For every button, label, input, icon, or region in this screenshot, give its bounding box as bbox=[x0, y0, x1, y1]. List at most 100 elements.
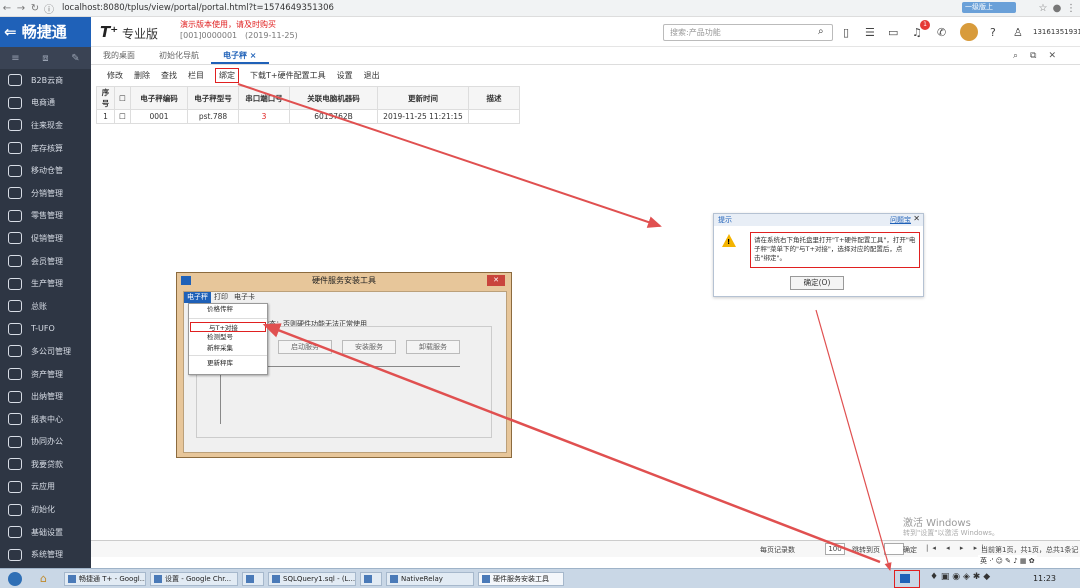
find-button[interactable]: 查找 bbox=[161, 70, 177, 81]
reload-icon[interactable]: ↻ bbox=[28, 3, 42, 14]
sidebar-item[interactable]: 系统管理 bbox=[0, 543, 91, 566]
row-checkbox[interactable]: ☐ bbox=[114, 109, 131, 124]
close-icon[interactable]: ✕ bbox=[913, 214, 920, 223]
tab-init-guide[interactable]: 初始化导航 bbox=[147, 48, 211, 64]
sidebar-item[interactable]: 移动仓管 bbox=[0, 159, 91, 182]
page-nav-icons[interactable]: |◂ ◂ ▸ ▸| bbox=[926, 544, 987, 552]
restore-icon[interactable]: ⧉ bbox=[1030, 51, 1048, 61]
sidebar-item[interactable]: 库存核算 bbox=[0, 137, 91, 160]
info-icon[interactable]: ⓘ bbox=[42, 1, 56, 16]
task-app[interactable] bbox=[360, 572, 382, 586]
close-icon[interactable]: ✕ bbox=[487, 275, 505, 286]
menu-icon[interactable]: ⋮ bbox=[1064, 3, 1078, 14]
search-icon[interactable]: ⌕ bbox=[1013, 51, 1030, 61]
delete-button[interactable]: 删除 bbox=[134, 70, 150, 81]
bind-button[interactable]: 绑定 bbox=[215, 67, 239, 83]
menu-item-new-scale[interactable]: 新秤采集 bbox=[189, 343, 267, 354]
user-icon[interactable]: ♙ bbox=[1013, 26, 1023, 39]
search-input[interactable]: 搜索:产品功能 bbox=[663, 24, 833, 41]
demo-notice[interactable]: 演示版本使用，请及时购买 bbox=[180, 19, 276, 30]
mobile-icon[interactable]: ▯ bbox=[843, 26, 849, 39]
close-icon[interactable]: ✕ bbox=[1048, 51, 1068, 61]
menu-item-price[interactable]: 价格传秤 bbox=[189, 304, 267, 315]
sidebar-item[interactable]: 云应用 bbox=[0, 476, 91, 499]
hw-menubar: 电子秤 打印 电子卡 bbox=[184, 292, 506, 303]
sidebar-item[interactable]: B2B云商 bbox=[0, 69, 91, 92]
task-pdf[interactable] bbox=[242, 572, 264, 586]
sidebar-item[interactable]: 往来现金 bbox=[0, 114, 91, 137]
table-row[interactable]: 1 ☐ 0001 pst.788 3 6013762B 2019-11-25 1… bbox=[96, 109, 520, 124]
per-page-input[interactable]: 100 bbox=[825, 543, 845, 555]
todo-icon[interactable]: ☰ bbox=[865, 26, 875, 39]
phone-icon[interactable]: ✆ bbox=[937, 26, 946, 39]
sidebar-item[interactable]: 促销管理 bbox=[0, 227, 91, 250]
sidebar-item[interactable]: 初始化 bbox=[0, 498, 91, 521]
menu-separator bbox=[189, 355, 267, 356]
menu-print[interactable]: 打印 bbox=[211, 292, 231, 303]
module-icon bbox=[8, 142, 22, 155]
list-icon[interactable]: ≡ bbox=[11, 53, 19, 64]
sidebar-item[interactable]: T-UFO bbox=[0, 318, 91, 341]
collapse-icon[interactable]: ⧈ bbox=[42, 53, 48, 64]
exit-button[interactable]: 退出 bbox=[364, 70, 380, 81]
sidebar-item[interactable]: 电商通 bbox=[0, 92, 91, 115]
sidebar-item-label: 协同办公 bbox=[31, 437, 63, 447]
url-text[interactable]: localhost:8080/tplus/view/portal/portal.… bbox=[62, 3, 334, 13]
cell-model: pst.788 bbox=[187, 109, 239, 124]
sidebar-item[interactable]: 基础设置 bbox=[0, 521, 91, 544]
sidebar-item[interactable]: 协同办公 bbox=[0, 431, 91, 454]
hw-window-title: 硬件服务安装工具 bbox=[312, 276, 376, 285]
sidebar-item[interactable]: 我要贷款 bbox=[0, 453, 91, 476]
menu-item-update-lib[interactable]: 更新秤库 bbox=[189, 358, 267, 369]
profile-icon[interactable]: ● bbox=[1050, 3, 1064, 14]
extension-badge[interactable]: 一级版上 bbox=[962, 2, 1016, 13]
sidebar-item[interactable]: 分销管理 bbox=[0, 182, 91, 205]
menu-card[interactable]: 电子卡 bbox=[231, 292, 258, 303]
tab-scale[interactable]: 电子秤 × bbox=[211, 48, 269, 64]
goto-confirm-button[interactable]: 确定 bbox=[903, 545, 917, 555]
explorer-icon[interactable]: ⌂ bbox=[40, 572, 54, 586]
star-icon[interactable]: ☆ bbox=[1036, 3, 1050, 14]
sidebar-item[interactable]: 资产管理 bbox=[0, 363, 91, 386]
search-icon[interactable]: ⌕ bbox=[818, 26, 824, 37]
sidebar-item[interactable]: 多公司管理 bbox=[0, 340, 91, 363]
settings-button[interactable]: 设置 bbox=[337, 70, 353, 81]
sidebar-item[interactable]: 生产管理 bbox=[0, 272, 91, 295]
menu-item-detect-model[interactable]: 检测型号 bbox=[189, 332, 267, 343]
sidebar-item[interactable]: 总账 bbox=[0, 295, 91, 318]
columns-button[interactable]: 栏目 bbox=[188, 70, 204, 81]
goto-input[interactable] bbox=[884, 543, 904, 555]
sidebar-item[interactable]: 零售管理 bbox=[0, 205, 91, 228]
back-icon[interactable]: ← bbox=[0, 3, 14, 14]
task-chrome-settings[interactable]: 设置 - Google Chr... bbox=[150, 572, 238, 586]
tray-icons[interactable]: ♦ ▣ ◉ ◈ ✱ ◆ bbox=[930, 572, 990, 582]
sidebar-item[interactable]: 会员管理 bbox=[0, 250, 91, 273]
ime-bar[interactable]: 英 ·' ☺ ✎ ♪ ▦ ✿ bbox=[978, 555, 1037, 567]
hw-tool-window: 硬件服务安装工具 ✕ 电子秤 打印 电子卡 状态：否则硬件功能无法正常使用 启动… bbox=[176, 272, 512, 458]
sidebar-item[interactable]: 报表中心 bbox=[0, 408, 91, 431]
screen-icon[interactable]: ▭ bbox=[888, 26, 898, 39]
tab-desktop[interactable]: 我的桌面 bbox=[91, 48, 147, 64]
download-tool-button[interactable]: 下载T+硬件配置工具 bbox=[250, 70, 326, 81]
edit-button[interactable]: 修改 bbox=[107, 70, 123, 81]
col-select-all[interactable]: ☐ bbox=[114, 86, 131, 110]
sidebar-item[interactable]: 出纳管理 bbox=[0, 385, 91, 408]
dialog-help-link[interactable]: 问题宝 bbox=[890, 215, 911, 225]
activation-watermark-sub: 转到"设置"以激活 Windows。 bbox=[903, 529, 999, 537]
task-native-relay[interactable]: NativeRelay bbox=[386, 572, 474, 586]
task-hw-tool[interactable]: 硬件服务安装工具 bbox=[478, 572, 564, 586]
logo[interactable]: ⇐ 畅捷通 bbox=[0, 17, 91, 47]
help-icon[interactable]: ? bbox=[990, 26, 996, 39]
assistant-avatar[interactable] bbox=[960, 23, 978, 41]
user-phone[interactable]: 13161351931 bbox=[1033, 28, 1080, 36]
menu-scale[interactable]: 电子秤 bbox=[184, 292, 211, 303]
col-model: 电子秤型号 bbox=[187, 86, 239, 110]
dialog-ok-button[interactable]: 确定(O) bbox=[790, 276, 844, 290]
task-chrome-tplus[interactable]: 畅捷通 T+ - Googl... bbox=[64, 572, 146, 586]
start-button[interactable] bbox=[8, 572, 22, 586]
menu-item-connect-tplus[interactable]: 与T+对接 bbox=[190, 321, 266, 332]
task-sql-query[interactable]: SQLQuery1.sql - (L... bbox=[268, 572, 356, 586]
forward-icon[interactable]: → bbox=[14, 3, 28, 14]
tplus-tray-icon[interactable] bbox=[900, 574, 910, 583]
favorites-icon[interactable]: ✎ bbox=[71, 53, 79, 64]
